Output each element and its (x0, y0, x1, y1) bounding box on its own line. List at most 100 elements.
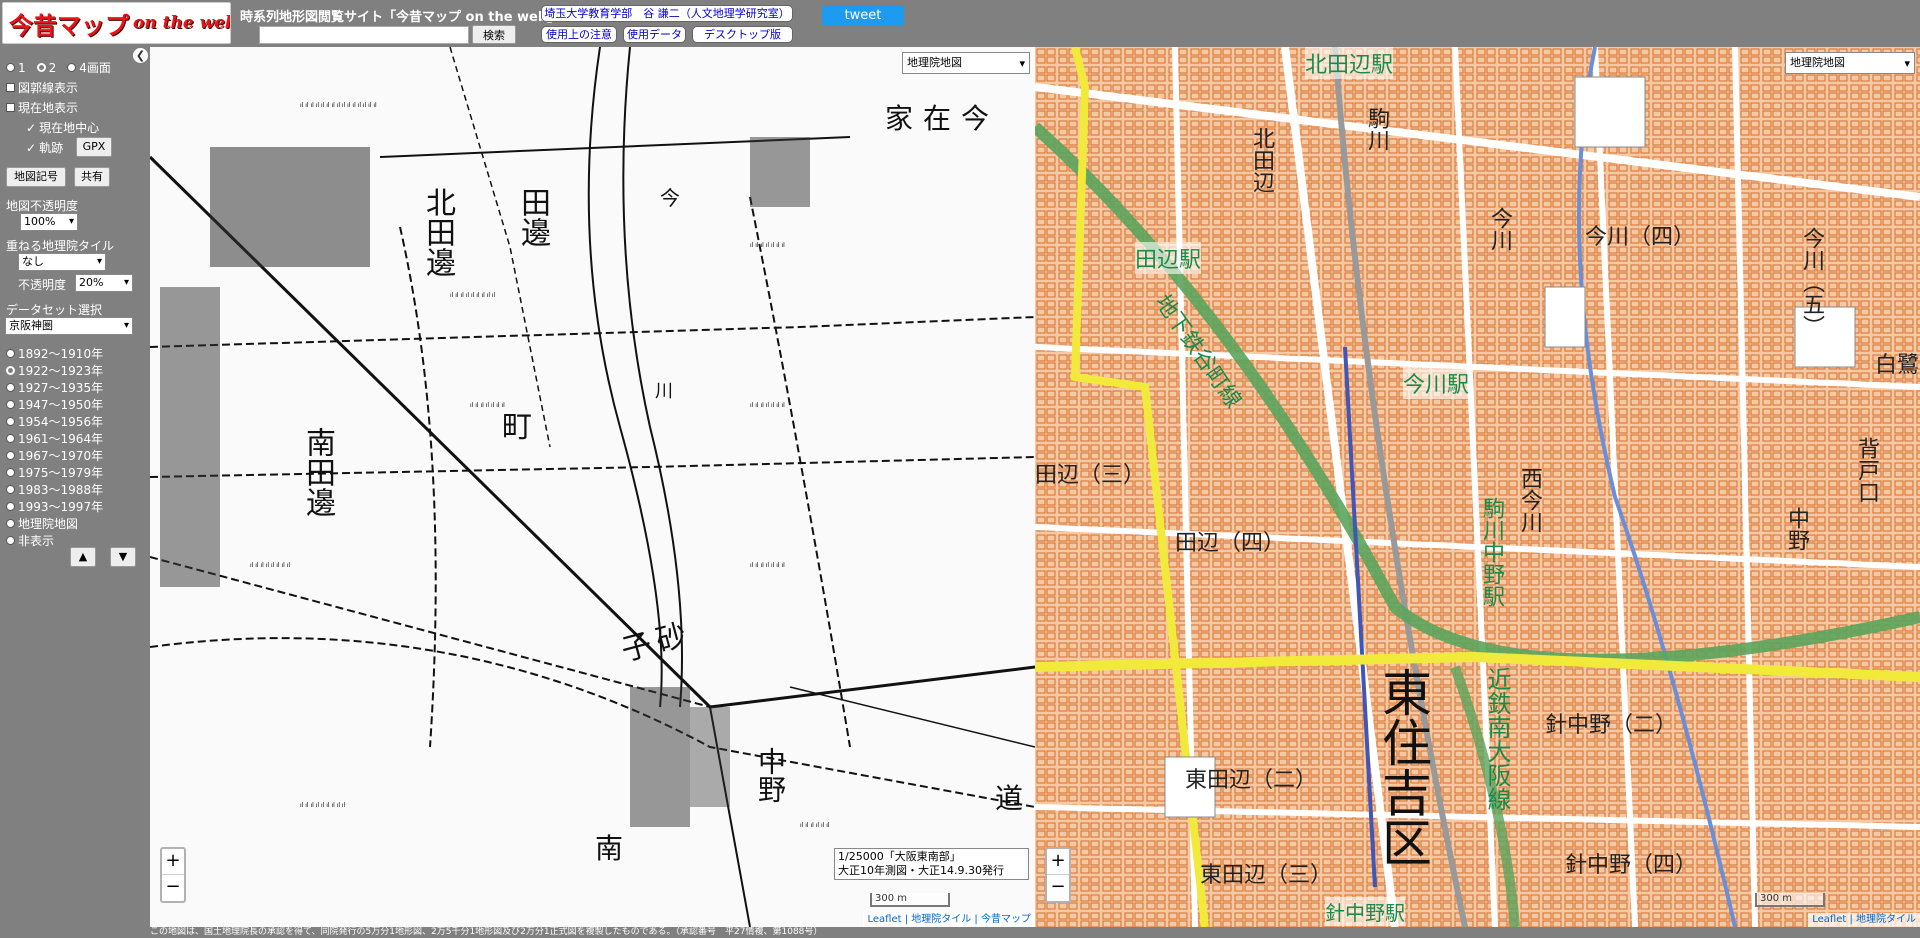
period-option[interactable]: 1975～1979年 (6, 464, 103, 481)
screen-4-radio[interactable] (67, 63, 77, 72)
right-zoom-in-button[interactable]: + (1047, 849, 1069, 875)
dataset-select[interactable]: 京阪神圏 (5, 317, 133, 335)
label-kawa: 川 (655, 381, 673, 402)
label-ima: 今 (660, 186, 680, 210)
current-map-pane[interactable]: 北田辺駅 駒川 北田辺 今川 今川（四） 田辺駅 地下鉄谷町線 今川駅 西今川 … (1035, 47, 1920, 927)
period-option[interactable]: 1947～1950年 (6, 396, 103, 413)
period-option[interactable]: 1993～1997年 (6, 498, 103, 515)
overlay-label: 重ねる地理院タイル (6, 239, 115, 253)
svg-text:ıl ıl ıl ıl ıl ıl: ıl ıl ıl ıl ıl ıl (800, 822, 830, 829)
caption-line1: 1/25000「大阪東南部」 (838, 850, 961, 863)
notice-link[interactable]: 使用上の注意 (541, 26, 617, 43)
period-option[interactable]: 1954～1956年 (6, 413, 103, 430)
author-link[interactable]: 埼玉大学教育学部 谷 謙二（人文地理学研究室） (541, 5, 793, 22)
right-zoom-out-button[interactable]: − (1047, 875, 1069, 901)
period-radio[interactable] (6, 502, 15, 511)
right-zoom-control: + − (1045, 847, 1071, 903)
current-map-canvas (1035, 47, 1920, 927)
dataset-label: データセット選択 (6, 303, 103, 317)
logo-main: 今昔マップ (9, 11, 129, 40)
left-zoom-control: + − (160, 847, 186, 903)
period-label: 非表示 (18, 534, 55, 548)
period-label: 地理院地図 (18, 517, 79, 531)
period-radio[interactable] (6, 383, 15, 392)
label-nakano: 中野 (754, 747, 787, 803)
old-map-pane[interactable]: ıl ıl ıl ıl ıl ıl ıl ıl ıl ıl ıl ıl ıl ı… (150, 47, 1035, 927)
period-option[interactable]: 1927～1935年 (6, 379, 103, 396)
period-option[interactable]: 1983～1988年 (6, 481, 103, 498)
caption-line2: 大正10年測図・大正14.9.30発行 (838, 864, 1004, 877)
track-check-icon[interactable]: ✓ (26, 141, 36, 155)
period-radio[interactable] (6, 468, 15, 477)
show-current-checkbox[interactable] (6, 103, 15, 112)
share-button[interactable]: 共有 (74, 167, 110, 187)
label-higashisumiyoshi-ward: 東住吉区 (1374, 667, 1432, 867)
label-higashitanabe-2: 東田辺（二） (1185, 768, 1318, 793)
label-minami: 南 (595, 832, 624, 865)
site-logo[interactable]: 今昔マップ on the web (2, 2, 231, 44)
period-radio[interactable] (6, 434, 15, 443)
period-option[interactable]: 非表示 (6, 532, 54, 549)
period-radio[interactable] (6, 400, 15, 409)
gpx-button[interactable]: GPX (76, 137, 112, 157)
label-higashitanabe-3: 東田辺（三） (1200, 863, 1333, 888)
label-nakano: 中野 (1784, 507, 1809, 551)
right-scale-bar: 300 m (1755, 893, 1825, 907)
label-kintetsu-line: 近鉄南大阪線 (1483, 667, 1511, 811)
label-harinakano-2: 針中野（二） (1545, 713, 1678, 738)
left-attribution[interactable]: Leaflet | 地理院タイル | 今昔マップ (863, 913, 1035, 927)
overlay-opacity-select[interactable]: 20% (75, 274, 133, 292)
overlay-opacity-label: 不透明度 (18, 278, 67, 292)
period-option[interactable]: 1961～1964年 (6, 430, 103, 447)
center-current-label: 現在地中心 (39, 121, 100, 135)
track-label: 軌跡 (39, 141, 64, 155)
label-imagawa-station: 今川駅 (1403, 367, 1470, 399)
grid-lines-checkbox[interactable] (6, 83, 15, 92)
period-option[interactable]: 1892～1910年 (6, 345, 103, 362)
opacity-select[interactable]: 100% (20, 213, 78, 231)
period-radio[interactable] (6, 485, 15, 494)
collapse-sidebar-icon[interactable]: ❮ (133, 48, 148, 63)
logo-sub: on the web (133, 13, 231, 33)
search-button[interactable]: 検索 (472, 25, 516, 44)
left-zoom-in-button[interactable]: + (162, 849, 184, 875)
map-caption: 1/25000「大阪東南部」 大正10年測図・大正14.9.30発行 (834, 848, 1029, 880)
period-down-button[interactable]: ▼ (110, 547, 136, 567)
label-kitatanabe-station: 北田辺駅 (1305, 47, 1394, 79)
site-title: 時系列地形図閲覧サイト「今昔マップ on the web」 (240, 10, 561, 25)
grid-lines-label: 図郭線表示 (18, 81, 79, 95)
period-radio[interactable] (6, 536, 15, 545)
left-zoom-out-button[interactable]: − (162, 875, 184, 901)
svg-text:ıl ıl ıl ıl ıl ıl ıl: ıl ıl ıl ıl ıl ıl ıl (750, 242, 785, 249)
screen-1-radio[interactable] (6, 63, 15, 72)
search-input[interactable] (259, 26, 469, 44)
period-radio[interactable] (6, 417, 15, 426)
tweet-button[interactable]: tweet (822, 5, 904, 26)
period-label: 1961～1964年 (18, 432, 104, 446)
period-label: 1983～1988年 (18, 483, 104, 497)
footer-note: この地図は、国土地理院長の承認を得て、同院発行の5万分1地形図、2万5千分1地形… (0, 927, 1920, 938)
period-option[interactable]: 地理院地図 (6, 515, 78, 532)
data-link[interactable]: 使用データ (623, 26, 686, 43)
screen-2-radio[interactable] (36, 63, 46, 72)
right-attribution[interactable]: Leaflet | 地理院タイル (1808, 913, 1920, 927)
period-radio[interactable] (6, 366, 15, 375)
label-minamitanabe: 南田邊 (300, 427, 335, 517)
desktop-link[interactable]: デスクトップ版 (692, 26, 793, 43)
overlay-select[interactable]: なし (18, 253, 106, 271)
period-option[interactable]: 1967～1970年 (6, 447, 103, 464)
screen-count-group: 1 2 4画面 (6, 59, 111, 76)
label-imagawa-4: 今川（四） (1585, 225, 1696, 250)
map-symbols-button[interactable]: 地図記号 (6, 167, 66, 187)
period-label: 1993～1997年 (18, 500, 104, 514)
center-current-check-icon[interactable]: ✓ (26, 121, 36, 135)
label-shirasagi: 白鷺 (1875, 353, 1920, 378)
period-radio[interactable] (6, 349, 15, 358)
right-layer-select[interactable]: 地理院地図 (1785, 52, 1915, 74)
period-up-button[interactable]: ▲ (70, 547, 96, 567)
period-radio[interactable] (6, 451, 15, 460)
period-option[interactable]: 1922～1923年 (6, 362, 103, 379)
period-radio[interactable] (6, 519, 15, 528)
label-kitatanabe: 北田邊 (420, 187, 455, 277)
left-layer-select[interactable]: 地理院地図 (902, 52, 1030, 74)
